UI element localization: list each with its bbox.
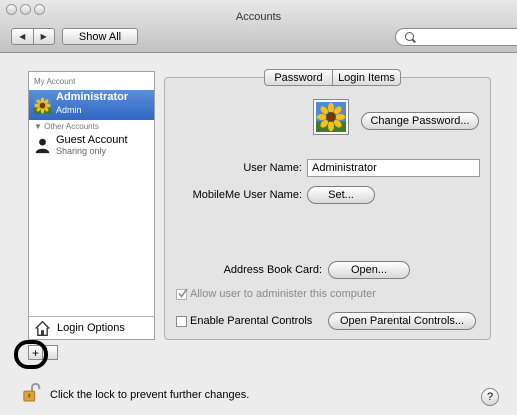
parental-controls-checkbox[interactable] [176,316,187,327]
add-remove-control: + [28,345,58,361]
tab-login-items[interactable]: Login Items [333,70,400,85]
account-role: Admin [56,105,82,115]
accounts-list: My Account Administrator Admin ▼ Other A… [28,71,155,340]
tab-password[interactable]: Password [265,70,333,85]
checkmark-icon [178,288,188,298]
open-parental-controls-button[interactable]: Open Parental Controls... [328,312,476,330]
tab-bar: Password Login Items [264,69,401,86]
back-forward-control: ◀ ▶ [11,28,55,45]
address-book-label: Address Book Card: [223,264,322,276]
house-icon [35,320,50,336]
account-name: Administrator [56,91,129,103]
accounts-window: Accounts ◀ ▶ Show All My Account Adminis… [0,0,517,415]
lock-status-text: Click the lock to prevent further change… [50,389,250,401]
other-accounts-header[interactable]: ▼ Other Accounts [34,122,99,131]
account-row-administrator[interactable]: Administrator Admin [29,90,154,120]
title-bar: Accounts ◀ ▶ Show All [0,0,517,53]
help-button[interactable]: ? [481,388,499,406]
show-all-button[interactable]: Show All [62,28,138,45]
add-account-button[interactable]: + [28,345,43,360]
my-account-header: My Account [34,77,76,86]
mobileme-label: MobileMe User Name: [192,189,302,201]
account-name: Guest Account [56,134,128,146]
search-field[interactable] [395,28,517,46]
unlocked-lock-icon[interactable] [21,382,43,402]
window-title: Accounts [235,11,282,23]
account-role: Sharing only [56,146,107,156]
allow-admin-label: Allow user to administer this computer [190,288,376,300]
remove-account-button[interactable] [43,345,58,360]
sunflower-icon [316,102,346,132]
login-options-item[interactable]: Login Options [29,316,154,340]
mobileme-set-button[interactable]: Set... [307,186,375,204]
account-row-guest[interactable]: Guest Account Sharing only [29,133,154,159]
change-password-button[interactable]: Change Password... [361,112,479,130]
allow-admin-checkbox[interactable] [176,288,188,300]
user-silhouette-icon [35,138,50,154]
login-options-label: Login Options [57,322,125,334]
user-picture[interactable] [313,99,349,135]
back-button[interactable]: ◀ [12,29,34,44]
sunflower-icon [34,97,51,114]
forward-button[interactable]: ▶ [34,29,55,44]
search-icon [405,32,414,41]
parental-controls-label: Enable Parental Controls [190,315,313,327]
user-name-label: User Name: [243,162,302,174]
address-book-open-button[interactable]: Open... [328,261,410,279]
user-name-field[interactable]: Administrator [307,159,480,177]
